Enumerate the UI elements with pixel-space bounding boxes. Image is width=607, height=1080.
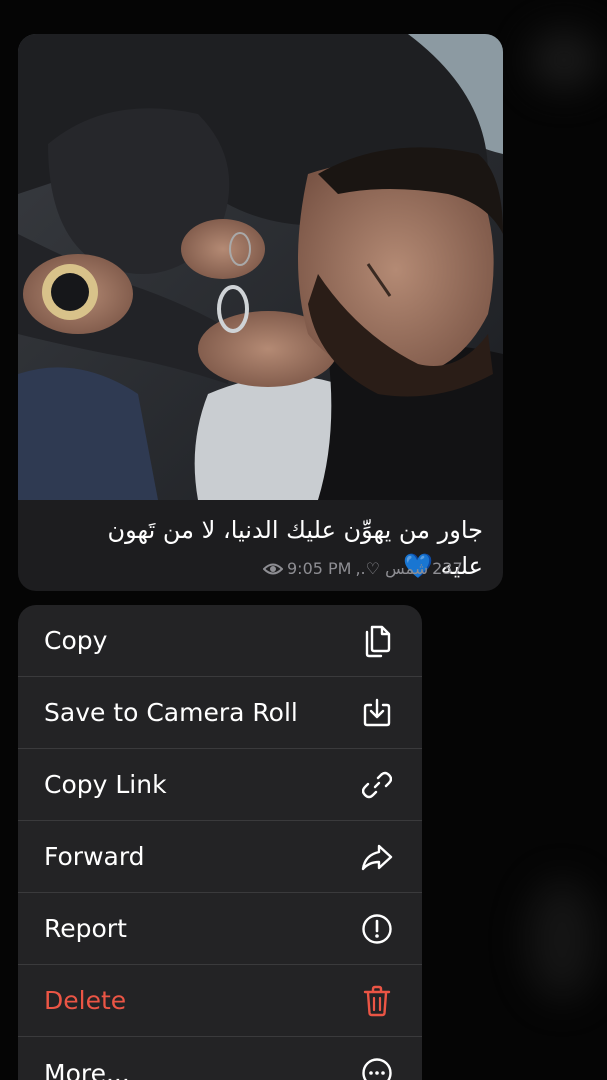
- caption-line-1: جاور من يهوِّن عليك الدنيا، لا من تَهون: [107, 516, 484, 544]
- menu-item-save-to-camera-roll[interactable]: Save to Camera Roll: [18, 677, 422, 749]
- chat-screen: جاور من يهوِّن عليك الدنيا، لا من تَهون …: [0, 0, 607, 1080]
- forward-arrow-icon: [360, 840, 394, 874]
- message-meta: 9:05 PM شمس ♡., 237: [263, 559, 463, 578]
- copy-icon: [360, 624, 394, 658]
- menu-item-more[interactable]: More...: [18, 1037, 422, 1080]
- menu-item-label: Delete: [44, 986, 127, 1015]
- view-count: 237: [432, 559, 463, 578]
- download-icon: [360, 696, 394, 730]
- menu-item-label: Copy Link: [44, 770, 167, 799]
- menu-item-delete[interactable]: Delete: [18, 965, 422, 1037]
- menu-item-forward[interactable]: Forward: [18, 821, 422, 893]
- more-circle-icon: [360, 1056, 394, 1080]
- menu-item-copy-link[interactable]: Copy Link: [18, 749, 422, 821]
- menu-item-label: Copy: [44, 626, 108, 655]
- menu-item-label: Save to Camera Roll: [44, 698, 298, 727]
- context-menu: Copy Save to Camera Roll Copy Link Forwa…: [18, 605, 422, 1080]
- menu-item-label: More...: [44, 1058, 130, 1080]
- background-blur: [527, 880, 597, 1000]
- menu-item-report[interactable]: Report: [18, 893, 422, 965]
- message-photo[interactable]: [18, 34, 503, 500]
- exclamation-circle-icon: [360, 912, 394, 946]
- menu-item-label: Forward: [44, 842, 145, 871]
- link-icon: [360, 768, 394, 802]
- message-bubble[interactable]: جاور من يهوِّن عليك الدنيا، لا من تَهون …: [18, 34, 503, 591]
- menu-item-label: Report: [44, 914, 127, 943]
- message-time: 9:05 PM: [287, 559, 352, 578]
- trash-icon: [360, 984, 394, 1018]
- background-blur: [529, 30, 599, 90]
- eye-icon: [263, 562, 283, 576]
- sender-signature: شمس ♡.,: [355, 559, 429, 578]
- menu-item-copy[interactable]: Copy: [18, 605, 422, 677]
